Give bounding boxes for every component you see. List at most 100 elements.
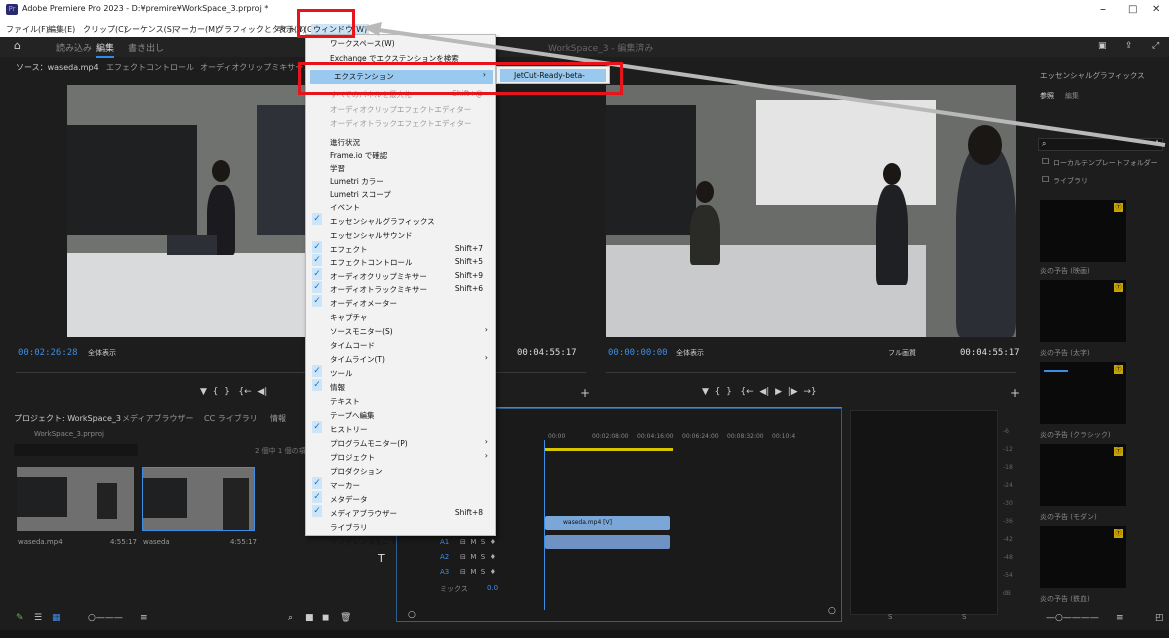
- graphics-zoom-slider[interactable]: —○————: [1046, 613, 1099, 623]
- tab-effect-controls[interactable]: エフェクトコントロール: [106, 62, 194, 73]
- chevron-right-icon: ›: [484, 451, 488, 460]
- window-menu-item[interactable]: ソースモニター(S) ›: [306, 325, 495, 337]
- tab-cc-libraries[interactable]: CC ライブラリ: [204, 413, 258, 424]
- new-bin-icon[interactable]: ■: [305, 613, 314, 623]
- maximize-button[interactable]: □: [1128, 4, 1137, 15]
- library-label: ライブラリ: [1053, 177, 1088, 185]
- window-menu-item[interactable]: ✓ オーディオメーター: [306, 295, 495, 309]
- program-fit-dropdown[interactable]: 全体表示: [676, 348, 704, 358]
- local-folder-checkbox[interactable]: ☐: [1042, 157, 1049, 166]
- search-icon[interactable]: ⌕: [288, 613, 293, 623]
- video-clip[interactable]: waseda.mp4 [V]: [545, 516, 670, 530]
- tab-project[interactable]: プロジェクト: WorkSpace_3: [14, 413, 121, 424]
- window-menu-item[interactable]: ✓ ヒストリー: [306, 421, 495, 435]
- window-menu-item[interactable]: プログラムモニター(P) ›: [306, 437, 495, 449]
- sort-icon[interactable]: ≡: [1116, 613, 1124, 623]
- track-a3-label[interactable]: A3: [440, 568, 449, 582]
- menu-edit[interactable]: 編集(E): [48, 24, 75, 35]
- timeline-zoom-scrollbar-end[interactable]: ○: [828, 606, 836, 616]
- audio-clip[interactable]: [545, 535, 670, 549]
- menu-file[interactable]: ファイル(F): [6, 24, 49, 35]
- template-card[interactable]: Ⓣ: [1040, 280, 1126, 342]
- window-menu-item[interactable]: ✓ エフェクト Shift+7: [306, 241, 495, 255]
- window-menu-item[interactable]: ✓ エッセンシャルグラフィックス: [306, 213, 495, 227]
- window-menu-item[interactable]: Lumetri スコープ: [306, 188, 495, 200]
- program-current-timecode[interactable]: 00:00:00:00: [608, 348, 668, 358]
- meter-label: -54: [1003, 572, 1013, 579]
- workspace-edit[interactable]: 編集: [96, 41, 115, 58]
- window-menu-item[interactable]: タイムライン(T) ›: [306, 353, 495, 365]
- zoom-slider[interactable]: ○———: [88, 613, 123, 623]
- window-menu-item[interactable]: イベント: [306, 201, 495, 213]
- window-menu-item[interactable]: リファレンスモニター: [306, 535, 495, 547]
- project-item-thumbnail[interactable]: [17, 467, 134, 531]
- list-view-icon[interactable]: ☰: [34, 613, 42, 623]
- project-item-thumbnail[interactable]: [142, 467, 255, 531]
- window-menu-item[interactable]: 学習: [306, 162, 495, 174]
- tab-source[interactable]: ソース：waseda.mp4: [16, 62, 99, 73]
- icon-view-icon[interactable]: ▦: [52, 613, 61, 623]
- solo-right-button[interactable]: S: [962, 613, 966, 621]
- window-menu-item[interactable]: ライブラリ: [306, 521, 495, 533]
- template-card[interactable]: Ⓣ: [1040, 200, 1126, 262]
- window-menu-item[interactable]: ✓ メタデータ: [306, 491, 495, 505]
- project-item-duration: 4:55:17: [110, 538, 137, 546]
- program-transport-controls[interactable]: ▼ { } {← ◀| ▶ |▶ →}: [702, 387, 817, 397]
- workspace-export[interactable]: 書き出し: [128, 41, 164, 54]
- window-menu-item[interactable]: テキスト: [306, 395, 495, 407]
- template-card[interactable]: Ⓣ: [1040, 526, 1126, 588]
- work-area-bar[interactable]: [545, 448, 673, 451]
- library-checkbox[interactable]: ☐: [1042, 175, 1049, 184]
- solo-left-button[interactable]: S: [888, 613, 892, 621]
- menu-sequence[interactable]: シーケンス(S): [124, 24, 175, 35]
- window-menu-item[interactable]: ✓ オーディオクリップミキサー Shift+9: [306, 268, 495, 282]
- program-add-button[interactable]: +: [1010, 386, 1020, 400]
- program-quality-dropdown[interactable]: フル画質: [888, 348, 916, 358]
- track-a2-label[interactable]: A2: [440, 553, 449, 567]
- window-menu-item[interactable]: ✓ エフェクトコントロール Shift+5: [306, 254, 495, 268]
- type-tool-icon[interactable]: T: [378, 552, 385, 565]
- window-menu-item[interactable]: ✓ オーディオトラックミキサー Shift+6: [306, 281, 495, 295]
- source-transport-controls[interactable]: ▼ { } {← ◀|: [200, 387, 267, 397]
- minimize-button[interactable]: –: [1100, 2, 1106, 16]
- new-item-icon[interactable]: ◼: [322, 613, 329, 623]
- timeline-zoom-scrollbar[interactable]: ○: [408, 610, 416, 620]
- source-fit-dropdown[interactable]: 全体表示: [88, 348, 116, 358]
- menu-marker[interactable]: マーカー(M): [173, 24, 218, 35]
- window-menu-item[interactable]: Frame.io で確認: [306, 149, 495, 161]
- source-current-timecode[interactable]: 00:02:26:28: [18, 348, 78, 358]
- status-bar: [0, 630, 1169, 638]
- source-add-button[interactable]: +: [580, 386, 590, 400]
- window-menu-item[interactable]: テープへ編集: [306, 409, 495, 421]
- checkmark-icon: ✓: [312, 505, 322, 517]
- window-menu-item[interactable]: プロジェクト ›: [306, 451, 495, 463]
- window-menu-item[interactable]: エッセンシャルサウンド: [306, 229, 495, 241]
- track-controls[interactable]: ⊟ M S ♦: [460, 553, 496, 561]
- home-icon[interactable]: ⌂: [14, 39, 21, 52]
- window-menu-item[interactable]: タイムコード: [306, 339, 495, 351]
- mix-track-value[interactable]: 0.0: [487, 584, 498, 598]
- workspace-import[interactable]: 読み込み: [56, 41, 92, 54]
- sort-icon[interactable]: ≡: [140, 613, 148, 623]
- pencil-icon[interactable]: ✎: [16, 613, 24, 623]
- window-menu-item-label: リファレンスモニター: [330, 537, 405, 546]
- shortcut-label: Shift+7: [454, 244, 483, 253]
- close-button[interactable]: ✕: [1152, 4, 1160, 15]
- window-menu-item[interactable]: プロダクション: [306, 465, 495, 477]
- menu-clip[interactable]: クリップ(C): [83, 24, 127, 35]
- tab-media-browser[interactable]: メディアブラウザー: [122, 413, 193, 424]
- window-menu-item[interactable]: ✓ ツール: [306, 365, 495, 379]
- track-controls[interactable]: ⊟ M S ♦: [460, 568, 496, 576]
- window-menu-item-label: プログラムモニター(P): [330, 439, 408, 448]
- template-card[interactable]: Ⓣ: [1040, 444, 1126, 506]
- window-menu-item[interactable]: ✓ 情報: [306, 379, 495, 393]
- window-menu-item[interactable]: ✓ マーカー: [306, 477, 495, 491]
- window-menu-item[interactable]: ✓ メディアブラウザー Shift+8: [306, 505, 495, 519]
- window-menu-item[interactable]: Lumetri カラー: [306, 175, 495, 187]
- window-menu-item[interactable]: キャプチャ: [306, 311, 495, 323]
- tab-info[interactable]: 情報: [270, 413, 286, 424]
- new-layer-icon[interactable]: ◰: [1155, 613, 1164, 623]
- template-card[interactable]: Ⓣ: [1040, 362, 1126, 424]
- trash-icon[interactable]: 🗑: [340, 613, 351, 623]
- project-search-input[interactable]: [14, 444, 138, 456]
